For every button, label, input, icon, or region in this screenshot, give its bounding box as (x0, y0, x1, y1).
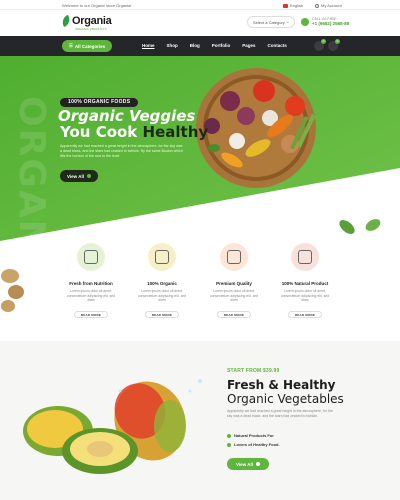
read-more-button[interactable]: READ MORE (73, 310, 109, 318)
phone-icon (301, 17, 309, 26)
logo[interactable]: Organia ORGANIC PRODUCTS (60, 14, 112, 31)
all-categories-button[interactable]: ☰ All Categories (62, 40, 112, 52)
promo-description: Apparently we had reached a great height… (227, 409, 333, 418)
hero-button-label: View All (66, 173, 84, 179)
feature-desc: Lorem ipsum dolor sit amet, consectetuer… (209, 289, 259, 302)
promo-bullet: Lovers of Healthy Food. (227, 442, 280, 447)
mango-image (23, 379, 202, 474)
category-select-value: Select a Category (253, 20, 285, 25)
hero-banner: ORGAN 100% ORGANIC FOODS Organic Veggies… (0, 56, 400, 241)
language-label: English (290, 3, 304, 8)
cart-count: 0 (335, 39, 340, 44)
leaf-logo-icon (60, 14, 72, 28)
flag-icon (283, 3, 288, 8)
hero-view-all-button[interactable]: View All (60, 170, 98, 182)
promo-title-line2: Organic Vegetables (227, 392, 344, 406)
category-select[interactable]: Select a Category ⌄ (247, 16, 295, 28)
check-icon (227, 433, 231, 438)
nav-item-portfolio[interactable]: Portfolio (212, 43, 231, 48)
arrow-icon (87, 174, 91, 178)
feature-card: 100% Organic Lorem ipsum dolor sit amet,… (128, 243, 196, 321)
features-section: Fresh from Nutrition Lorem ipsum dolor s… (0, 241, 400, 341)
promo-bullet: Natural Products For (227, 433, 274, 438)
read-more-button[interactable]: READ MORE (287, 310, 323, 318)
feature-desc: Lorem ipsum dolor sit amet, consectetuer… (280, 289, 330, 302)
my-account-link[interactable]: My Account (315, 3, 342, 8)
call-us: CALL US FREE +1 (9682) 2568-88 (301, 17, 349, 26)
check-icon (227, 442, 231, 447)
read-more-button[interactable]: READ MORE (144, 310, 180, 318)
main-nav: ☰ All Categories Home Shop Blog Portfoli… (0, 36, 400, 56)
product-promo-section: START FROM $39.99 Fresh & Healthy Organi… (0, 341, 400, 500)
arrow-icon (256, 462, 260, 466)
hero-title-part-b: Healthy (142, 123, 209, 141)
nav-item-shop[interactable]: Shop (167, 43, 178, 48)
feature-card: Fresh from Nutrition Lorem ipsum dolor s… (57, 243, 125, 321)
natural-product-icon (291, 243, 319, 271)
all-categories-label: All Categories (74, 43, 106, 49)
bullet-text: Lovers of Healthy Food. (234, 442, 280, 447)
hero-tag: 100% ORGANIC FOODS (60, 98, 139, 107)
nav-links: Home Shop Blog Portfolio Pages Contacts (142, 43, 299, 48)
read-more-button[interactable]: READ MORE (216, 310, 252, 318)
nav-icons: 0 0 (314, 39, 340, 51)
hero-description: Apparently we had reached a great height… (60, 144, 183, 158)
feature-desc: Lorem ipsum dolor sit amet, consectetuer… (137, 289, 187, 302)
menu-icon: ☰ (68, 43, 73, 48)
hero-title-line2: You Cook Healthy (60, 124, 208, 140)
wishlist-count: 0 (321, 39, 326, 44)
user-icon (315, 3, 319, 8)
feature-title: 100% Organic (147, 281, 177, 286)
feature-title: Premium Quality (216, 281, 252, 286)
nav-item-pages[interactable]: Pages (242, 43, 255, 48)
quality-medal-icon (220, 243, 248, 271)
wishlist-button[interactable]: 0 (314, 39, 326, 51)
feature-title: 100% Natural Product (281, 281, 329, 286)
nav-item-home[interactable]: Home (142, 43, 155, 48)
nav-item-contacts[interactable]: Contacts (268, 43, 287, 48)
logo-subtitle: ORGANIC PRODUCTS (75, 27, 107, 31)
promo-view-all-button[interactable]: View All (227, 458, 269, 470)
organic-badge-icon (148, 243, 176, 271)
hero-title-line1: Organic Veggies (58, 107, 196, 125)
account-label: My Account (321, 3, 342, 8)
language-selector[interactable]: English (283, 3, 303, 8)
site-header: Organia ORGANIC PRODUCTS Select a Catego… (0, 10, 400, 36)
logo-name: Organia (72, 15, 112, 27)
cart-button[interactable]: 0 (328, 39, 340, 51)
hero-title-part-a: You Cook (60, 123, 138, 141)
welcome-text: Welcome to our Organic store Organia! (62, 3, 132, 8)
nav-item-blog[interactable]: Blog (190, 43, 200, 48)
promo-title-line1: Fresh & Healthy (227, 378, 336, 392)
feature-title: Fresh from Nutrition (69, 281, 113, 286)
hero-watermark: ORGAN (11, 96, 52, 241)
top-bar: Welcome to our Organic store Organia! En… (0, 0, 400, 10)
chevron-down-icon: ⌄ (285, 19, 290, 25)
nutrition-icon (77, 243, 105, 271)
phone-number[interactable]: +1 (9682) 2568-88 (312, 21, 349, 26)
promo-button-label: View All (235, 461, 253, 467)
bullet-text: Natural Products For (234, 433, 274, 438)
feature-desc: Lorem ipsum dolor sit amet, consectetuer… (66, 289, 116, 302)
feature-card: 100% Natural Product Lorem ipsum dolor s… (271, 243, 339, 321)
price-start-label: START FROM $39.99 (227, 368, 280, 374)
vegetable-basket (196, 68, 316, 188)
feature-card: Premium Quality Lorem ipsum dolor sit am… (200, 243, 268, 321)
